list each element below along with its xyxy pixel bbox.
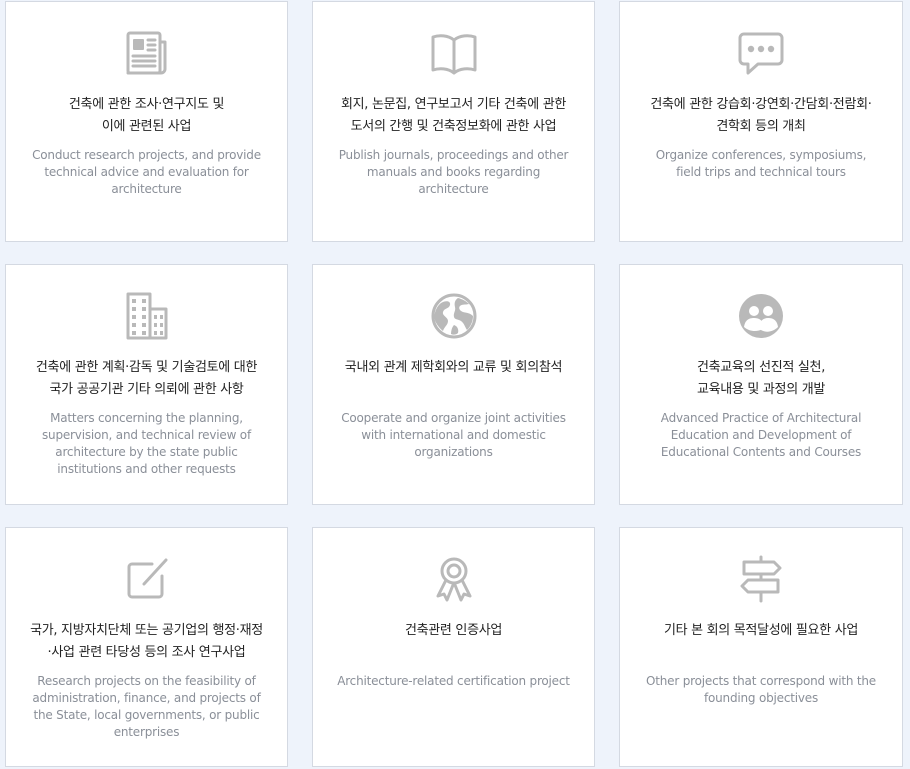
card-title: 국가, 지방자치단체 또는 공기업의 행정·재정 ·사업 관련 타당성 등의 조… bbox=[30, 623, 263, 660]
globe-icon bbox=[429, 291, 479, 341]
signpost-icon bbox=[736, 554, 786, 604]
card-planning-review: 건축에 관한 계획·감독 및 기술검토에 대한 국가 공공기관 기타 의뢰에 관… bbox=[5, 264, 288, 505]
card-description: Publish journals, proceedings and other … bbox=[338, 148, 569, 196]
award-ribbon-icon bbox=[429, 554, 479, 604]
people-icon bbox=[736, 291, 786, 341]
card-description: Architecture-related certification proje… bbox=[337, 674, 570, 688]
open-book-icon bbox=[429, 28, 479, 78]
speech-bubble-icon bbox=[736, 28, 786, 78]
card-conference: 건축에 관한 강습회·강연회·간담회·전람회· 견학회 등의 개최 Organi… bbox=[619, 1, 903, 242]
card-title: 국내외 관계 제학회와의 교류 및 회의참석 bbox=[344, 360, 563, 375]
card-description: Advanced Practice of Architectural Educa… bbox=[660, 411, 862, 459]
card-description: Matters concerning the planning, supervi… bbox=[42, 411, 251, 476]
card-description: Conduct research projects, and provide t… bbox=[32, 148, 261, 196]
card-research: 건축에 관한 조사·연구지도 및 이에 관련된 사업 Conduct resea… bbox=[5, 1, 288, 242]
card-description: Cooperate and organize joint activities … bbox=[341, 411, 566, 459]
newspaper-icon bbox=[122, 28, 172, 78]
card-title: 기타 본 회의 목적달성에 필요한 사업 bbox=[663, 623, 859, 638]
card-international-exchange: 국내외 관계 제학회와의 교류 및 회의참석 Cooperate and org… bbox=[312, 264, 595, 505]
card-description: Research projects on the feasibility of … bbox=[32, 674, 261, 739]
card-description: Organize conferences, symposiums, field … bbox=[655, 148, 867, 179]
card-title: 건축에 관한 조사·연구지도 및 이에 관련된 사업 bbox=[68, 97, 225, 134]
card-title: 건축교육의 선진적 실천, 교육내용 및 과정의 개발 bbox=[696, 360, 826, 397]
card-other-projects: 기타 본 회의 목적달성에 필요한 사업 Other projects that… bbox=[619, 527, 903, 767]
edit-icon bbox=[122, 554, 172, 604]
building-icon bbox=[122, 291, 172, 341]
card-education: 건축교육의 선진적 실천, 교육내용 및 과정의 개발 Advanced Pra… bbox=[619, 264, 903, 505]
card-description: Other projects that correspond with the … bbox=[646, 674, 876, 705]
card-publication: 회지, 논문집, 연구보고서 기타 건축에 관한 도서의 간행 및 건축정보화에… bbox=[312, 1, 595, 242]
card-feasibility-research: 국가, 지방자치단체 또는 공기업의 행정·재정 ·사업 관련 타당성 등의 조… bbox=[5, 527, 288, 767]
business-areas-grid: 건축에 관한 조사·연구지도 및 이에 관련된 사업 Conduct resea… bbox=[0, 0, 910, 769]
card-certification: 건축관련 인증사업 Architecture-related certifica… bbox=[312, 527, 595, 767]
card-title: 건축에 관한 강습회·강연회·간담회·전람회· 견학회 등의 개최 bbox=[650, 97, 872, 134]
card-title: 회지, 논문집, 연구보고서 기타 건축에 관한 도서의 간행 및 건축정보화에… bbox=[340, 97, 567, 134]
card-title: 건축관련 인증사업 bbox=[404, 623, 503, 638]
card-title: 건축에 관한 계획·감독 및 기술검토에 대한 국가 공공기관 기타 의뢰에 관… bbox=[35, 360, 258, 397]
